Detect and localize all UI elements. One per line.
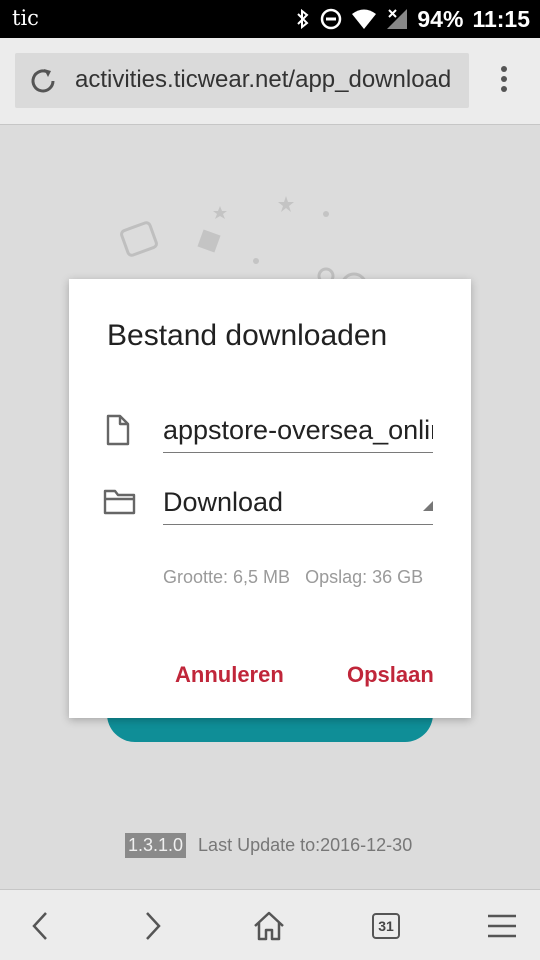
filename-value[interactable]: appstore-oversea_online.apk: [163, 413, 433, 447]
back-button[interactable]: [0, 890, 80, 960]
version-info: 1.3.1.0 Last Update to:2016-12-30: [125, 833, 412, 858]
save-button[interactable]: Opslaan: [347, 662, 434, 688]
status-bar: tic 94% 11:15: [0, 0, 540, 38]
filename-field[interactable]: appstore-oversea_online.apk: [163, 413, 433, 453]
do-not-disturb-icon: [321, 8, 342, 30]
file-icon: [106, 414, 130, 446]
version-badge: 1.3.1.0: [125, 833, 187, 858]
browser-toolbar: activities.ticwear.net/app_download: [0, 38, 540, 125]
dropdown-arrow-icon: [423, 501, 433, 511]
clock: 11:15: [472, 5, 530, 32]
storage-info: Opslag: 36 GB: [305, 567, 424, 587]
overflow-menu-icon[interactable]: [494, 66, 514, 98]
back-arrow-icon: [32, 911, 47, 940]
wifi-icon: [352, 9, 377, 29]
forward-arrow-icon: [146, 911, 161, 940]
menu-button[interactable]: [462, 890, 540, 960]
status-icons: 94% 11:15: [295, 0, 530, 38]
file-size: Grootte: 6,5 MB: [163, 567, 291, 587]
home-button[interactable]: [229, 890, 309, 960]
download-dialog: Bestand downloaden appstore-oversea_onli…: [69, 279, 471, 718]
folder-value[interactable]: Download: [163, 485, 433, 519]
cancel-button[interactable]: Annuleren: [175, 662, 284, 688]
tabs-button[interactable]: 31: [346, 890, 426, 960]
last-update-text: Last Update to:2016-12-30: [198, 835, 413, 855]
folder-icon: [103, 489, 136, 515]
folder-select[interactable]: Download: [163, 485, 433, 525]
bluetooth-icon: [297, 8, 309, 30]
battery-percent: 94%: [417, 5, 464, 32]
tab-count: 31: [378, 917, 394, 934]
reload-icon[interactable]: [27, 65, 59, 97]
bottom-navigation: 31: [0, 889, 540, 960]
home-icon: [254, 911, 284, 940]
dialog-title: Bestand downloaden: [107, 319, 388, 352]
address-bar[interactable]: activities.ticwear.net/app_download: [15, 53, 469, 108]
hamburger-menu-icon: [488, 914, 516, 937]
forward-button[interactable]: [113, 890, 193, 960]
url-text[interactable]: activities.ticwear.net/app_download: [75, 66, 467, 94]
file-info: Grootte: 6,5 MB Opslag: 36 GB: [163, 567, 439, 588]
signal-icon: [387, 9, 408, 29]
carrier-name: tic: [12, 6, 39, 30]
tabs-icon: 31: [372, 912, 400, 939]
